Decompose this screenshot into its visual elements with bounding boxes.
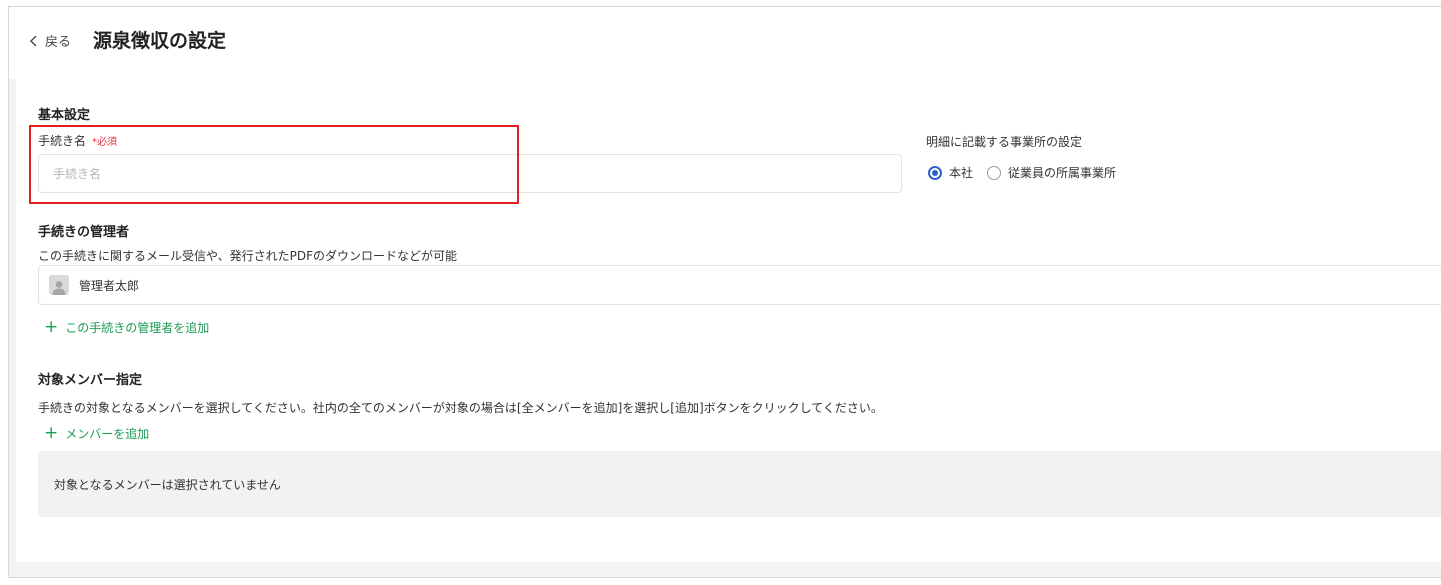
add-member-label: メンバーを追加 bbox=[65, 427, 150, 441]
radio-checked-icon[interactable] bbox=[928, 165, 942, 180]
office-radio-group: 本社 従業員の所属事業所 bbox=[928, 164, 1130, 181]
admin-section-title: 手続きの管理者 bbox=[38, 225, 130, 240]
members-empty-state: 対象となるメンバーは選択されていません bbox=[38, 451, 1441, 517]
procedure-name-input[interactable] bbox=[38, 154, 902, 193]
procedure-name-label: 手続き名 *必須 bbox=[38, 132, 117, 149]
admin-description: この手続きに関するメール受信や、発行されたPDFのダウンロードなどが可能 bbox=[38, 249, 458, 263]
office-setting-label: 明細に記載する事業所の設定 bbox=[926, 135, 1083, 149]
members-description: 手続きの対象となるメンバーを選択してください。社内の全てのメンバーが対象の場合は… bbox=[38, 401, 883, 415]
members-section-title: 対象メンバー指定 bbox=[38, 373, 143, 388]
required-marker: *必須 bbox=[92, 137, 118, 148]
plus-icon: + bbox=[44, 423, 59, 443]
back-label: 戻る bbox=[45, 35, 72, 50]
add-admin-label: この手続きの管理者を追加 bbox=[65, 321, 210, 335]
radio-option-head-office[interactable]: 本社 bbox=[928, 164, 973, 181]
basic-settings-title: 基本設定 bbox=[38, 108, 91, 123]
procedure-name-label-text: 手続き名 bbox=[38, 134, 87, 148]
plus-icon: + bbox=[44, 317, 59, 337]
admin-list: 管理者太郎 bbox=[38, 265, 1441, 305]
chevron-left-icon bbox=[30, 35, 37, 46]
add-admin-button[interactable]: + この手続きの管理者を追加 bbox=[44, 319, 209, 336]
empty-message: 対象となるメンバーは選択されていません bbox=[54, 477, 281, 492]
user-silhouette-icon bbox=[49, 275, 69, 295]
admin-name: 管理者太郎 bbox=[79, 278, 140, 293]
radio-label-employee-office: 従業員の所属事業所 bbox=[1008, 166, 1117, 180]
add-member-button[interactable]: + メンバーを追加 bbox=[44, 425, 149, 442]
radio-label-head-office: 本社 bbox=[949, 166, 974, 180]
page-title: 源泉徴収の設定 bbox=[93, 30, 227, 52]
radio-unchecked-icon[interactable] bbox=[987, 165, 1002, 180]
back-button[interactable]: 戻る bbox=[29, 31, 71, 50]
radio-option-employee-office[interactable]: 従業員の所属事業所 bbox=[987, 164, 1116, 181]
page-header: 戻る 源泉徴収の設定 bbox=[9, 7, 1441, 79]
